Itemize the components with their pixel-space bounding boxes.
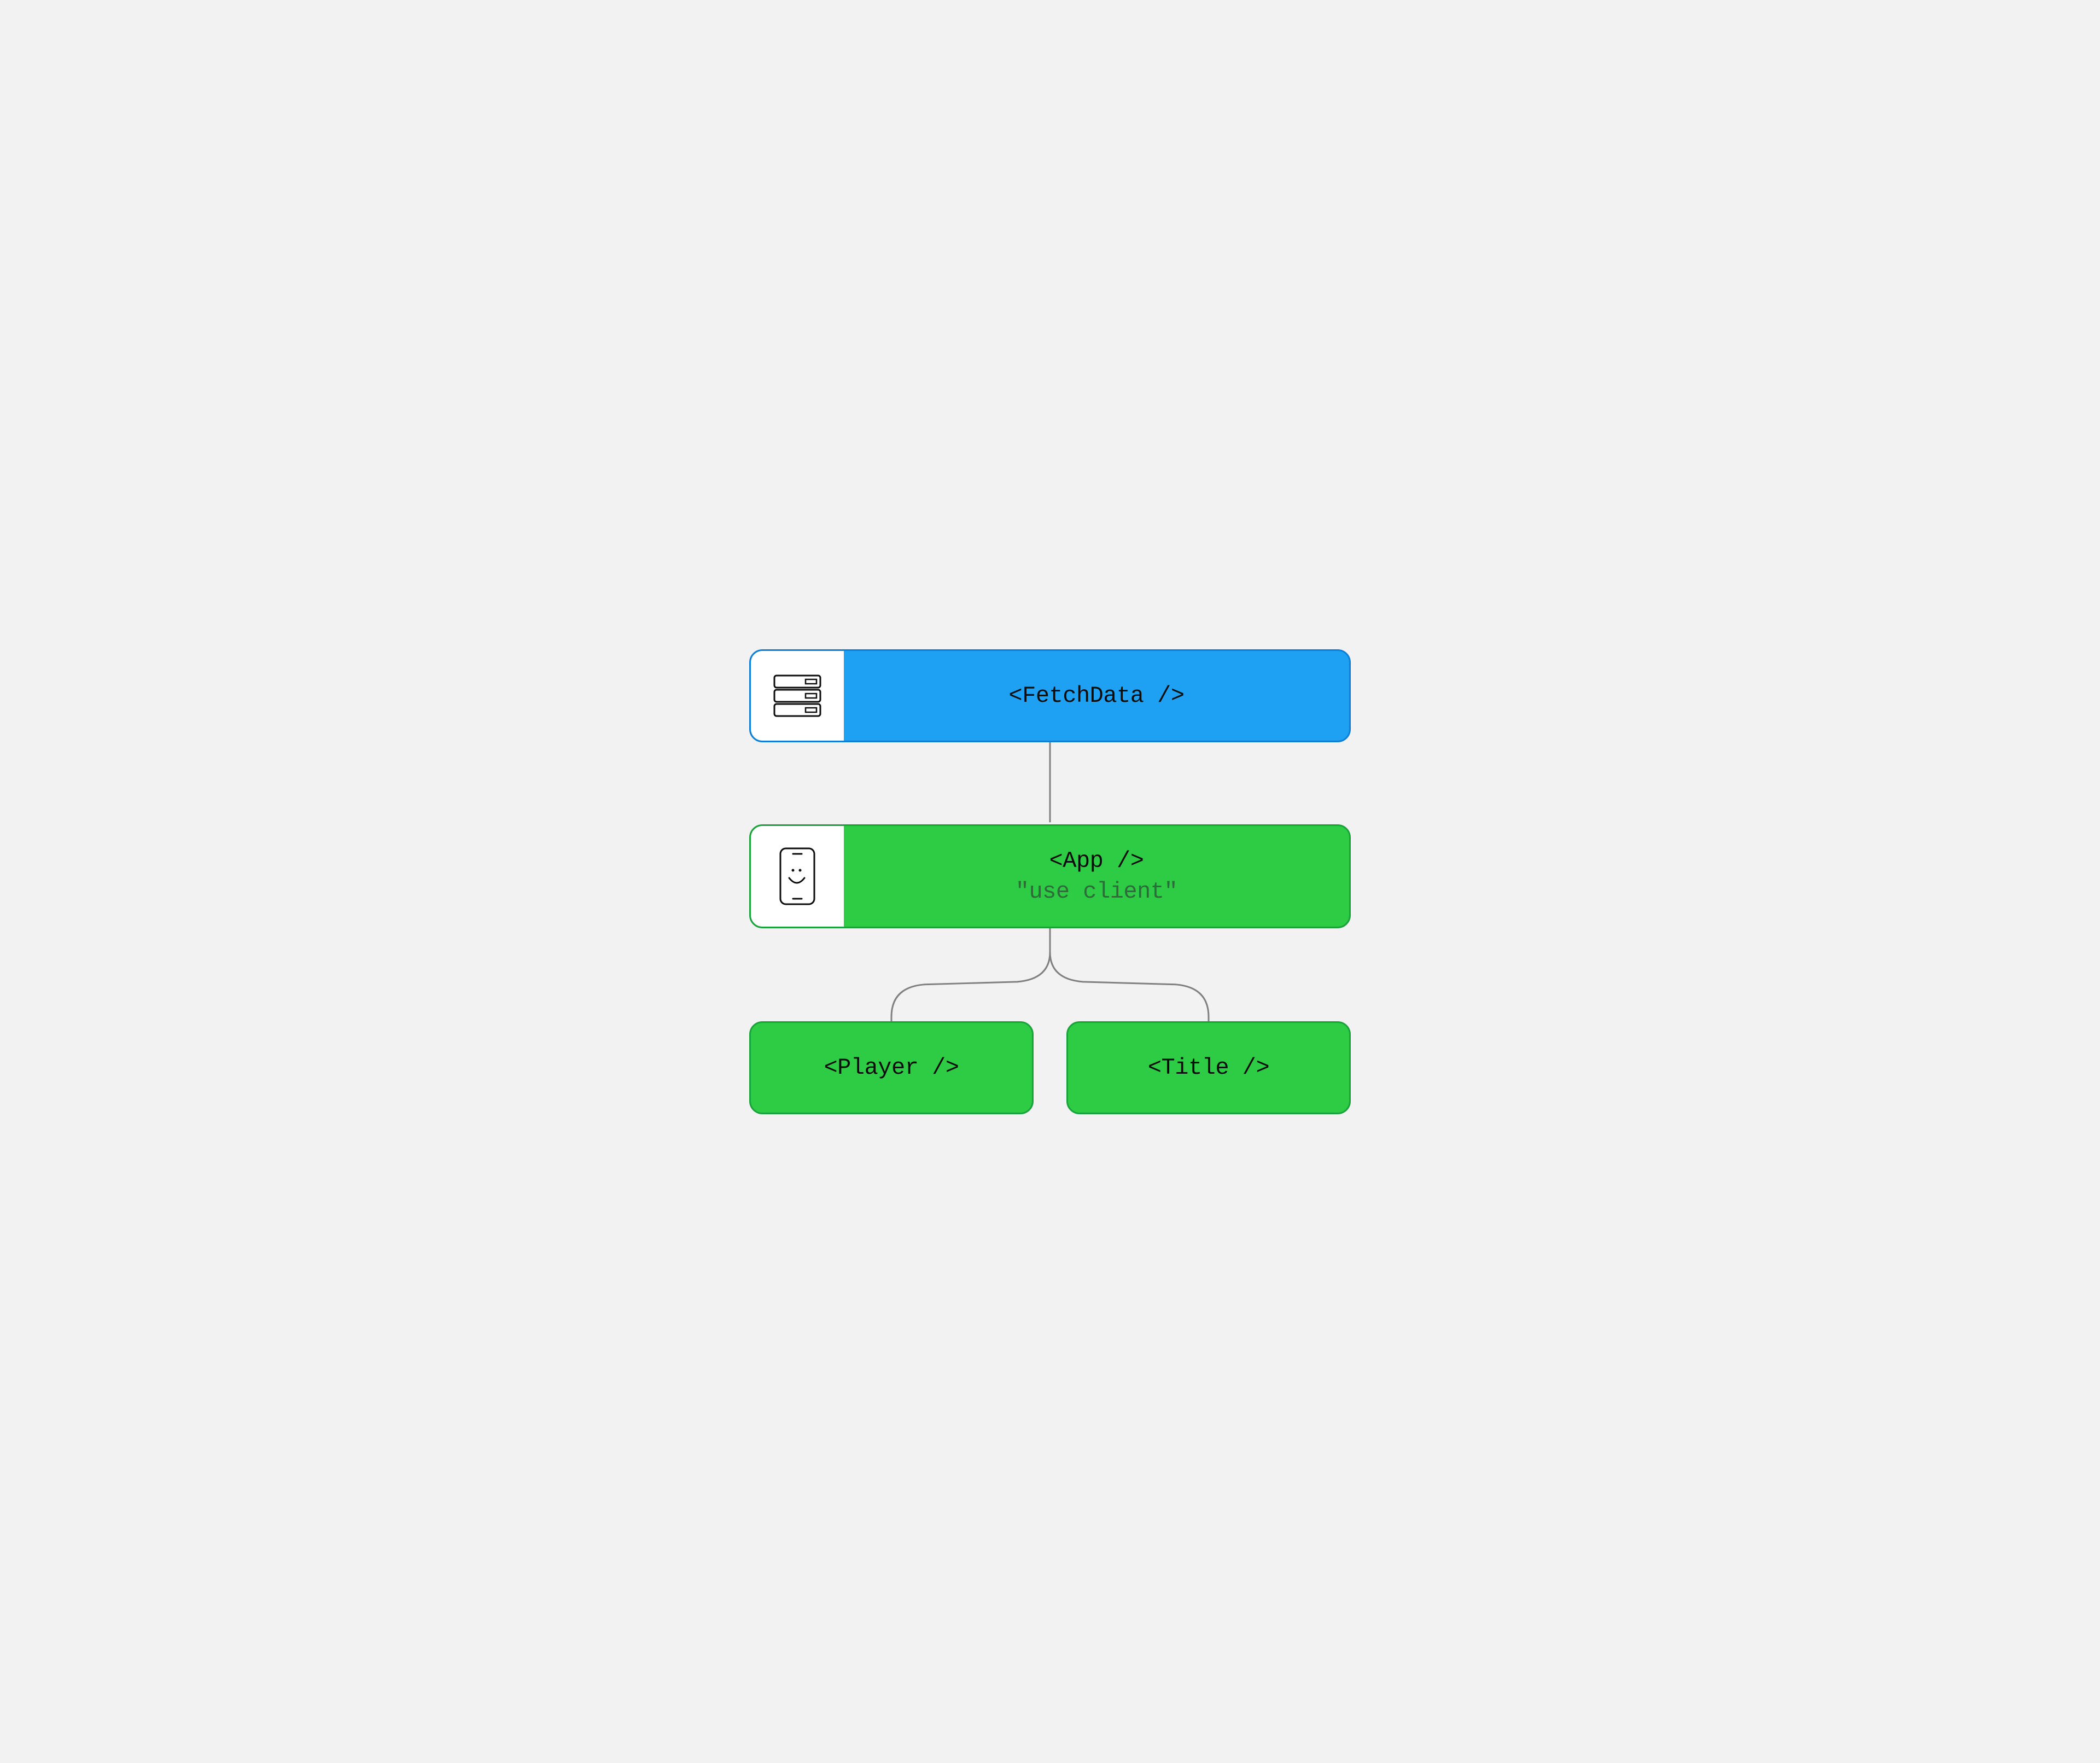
children-row: <Player /> <Title />	[749, 1021, 1351, 1114]
server-node-content: <FetchData />	[844, 651, 1349, 741]
phone-icon	[778, 846, 816, 906]
client-icon-box	[751, 826, 844, 927]
title-component-node: <Title />	[1066, 1021, 1351, 1114]
component-tree-diagram: <FetchData /> <App /> "use client"	[749, 649, 1351, 1114]
server-component-node: <FetchData />	[749, 649, 1351, 742]
player-component-node: <Player />	[749, 1021, 1034, 1114]
server-node-label: <FetchData />	[1008, 683, 1184, 709]
player-node-label: <Player />	[824, 1055, 959, 1081]
client-component-node: <App /> "use client"	[749, 824, 1351, 928]
client-node-content: <App /> "use client"	[844, 826, 1349, 927]
server-icon	[773, 674, 822, 718]
server-icon-box	[751, 651, 844, 741]
title-node-label: <Title />	[1148, 1055, 1269, 1081]
client-node-label: <App />	[1049, 848, 1144, 874]
client-node-subtitle: "use client"	[1016, 878, 1177, 905]
